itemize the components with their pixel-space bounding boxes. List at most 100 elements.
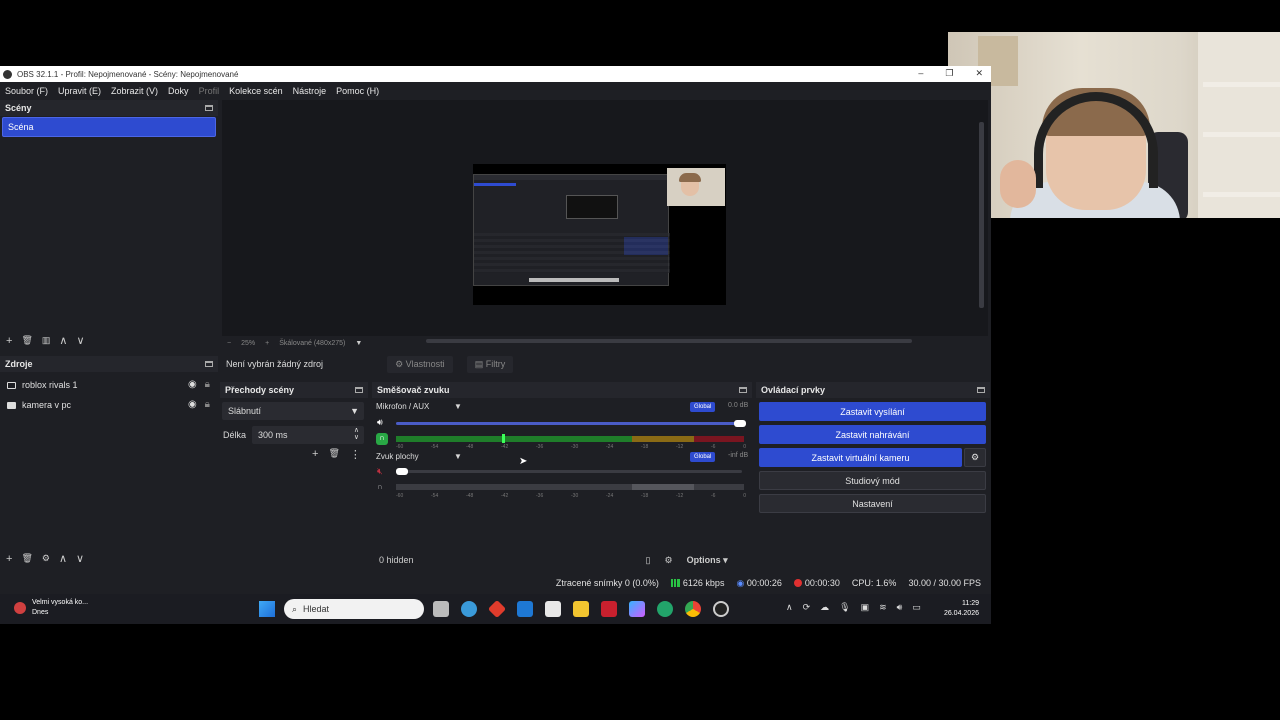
remove-source-button[interactable]: 🗑 [21,553,32,564]
source-item[interactable]: kamera v pc ◉ 🔒︎ [0,395,218,415]
source-properties-button[interactable]: ⚙ [42,553,50,564]
volume-slider[interactable] [396,470,742,473]
scene-list: Scéna [2,117,216,327]
duration-label: Délka [223,430,247,440]
headphones-off-icon[interactable]: ∩ [377,482,383,491]
lock-icon[interactable]: 🔒︎ [205,399,210,410]
tick-label: -42 [501,493,509,499]
scene-item[interactable]: Scéna [2,117,216,137]
copilot-icon[interactable] [629,601,645,617]
store-icon[interactable] [545,601,561,617]
mcafee-icon[interactable] [601,601,617,617]
undock-icon[interactable] [355,387,363,393]
clock-date: 26.04.2026 [943,610,979,617]
stop-streaming-button[interactable]: Zastavit vysílání [759,402,986,421]
filters-button[interactable]: ▤ Filtry [466,355,514,373]
source-item[interactable]: roblox rivals 1 ◉ 🔒︎ [0,375,218,395]
close-button[interactable]: ✕ [975,68,983,79]
app-red-diamond-icon[interactable] [487,599,507,619]
task-view-icon[interactable] [433,601,449,617]
properties-button[interactable]: ⚙ Vlastnosti [387,355,453,373]
transition-select[interactable]: Slábnutí ▼ [222,402,364,420]
track-menu-chevron-icon[interactable]: ▼ [454,402,462,411]
move-scene-up-button[interactable]: ∧ [59,334,67,347]
sources-header: Zdroje [0,356,218,372]
source-name: roblox rivals 1 [22,380,78,390]
start-windows-icon[interactable] [259,601,275,617]
cloud-icon[interactable]: ☁ [820,602,829,613]
sync-icon[interactable]: ⟳ [803,602,811,613]
add-scene-button[interactable]: + [6,335,12,347]
remove-transition-button[interactable]: 🗑 [328,448,339,461]
browser-icon[interactable] [461,601,477,617]
maximize-button[interactable]: ❐ [945,68,953,79]
undock-icon[interactable] [205,105,213,111]
chrome-icon[interactable] [685,601,701,617]
volume-icon[interactable]: 🔊︎ [897,602,903,613]
camera-tray-icon[interactable]: ▣ [861,602,870,613]
lock-icon[interactable]: 🔒︎ [205,379,210,390]
move-source-up-button[interactable]: ∧ [59,552,67,565]
visibility-eye-icon[interactable]: ◉ [188,379,197,390]
chevron-down-icon[interactable]: ▼ [355,340,362,347]
preview-horizontal-scrollbar[interactable] [426,339,912,343]
stop-recording-button[interactable]: Zastavit nahrávání [759,425,986,444]
speaker-icon[interactable]: 🔊︎ [377,417,383,428]
global-badge: Global [690,452,716,462]
add-source-button[interactable]: + [6,553,12,565]
spin-arrows-icon[interactable]: ∧ ∨ [354,427,359,441]
volume-slider[interactable] [396,422,742,425]
menu-edit[interactable]: Upravit (E) [58,86,101,96]
virtual-camera-settings-button[interactable]: ⚙ [964,448,986,467]
menu-docks[interactable]: Doky [168,86,189,96]
volume-slider-handle[interactable] [734,420,746,427]
battery-icon[interactable]: ▭ [912,602,921,613]
move-source-down-button[interactable]: ∨ [76,552,84,565]
obs-window: OBS 32.1.1 - Profil: Nepojmenované - Scé… [0,66,991,624]
menu-view[interactable]: Zobrazit (V) [111,86,158,96]
wifi-icon[interactable]: ≋ [879,602,887,613]
options-button[interactable]: Options ▾ [687,555,728,566]
volume-slider-handle[interactable] [396,468,408,475]
preview-vertical-scrollbar[interactable] [979,122,984,308]
studio-mode-button[interactable]: Studiový mód [759,471,986,490]
add-transition-button[interactable]: + [312,448,318,461]
preview-canvas[interactable] [222,100,988,336]
menu-profile[interactable]: Profil [199,86,220,96]
scenes-header: Scény [0,100,218,116]
layout-icon[interactable]: ▯ [646,555,651,566]
move-scene-down-button[interactable]: ∨ [76,334,84,347]
speaker-muted-icon[interactable]: 🔇︎ [377,466,383,477]
menu-scene-collection[interactable]: Kolekce scén [229,86,283,96]
chevron-up-icon[interactable]: ∧ [786,602,793,613]
undock-icon[interactable] [205,361,213,367]
taskbar-clock[interactable]: 11:29 26.04.2026 [944,599,979,619]
menu-file[interactable]: Soubor (F) [5,86,48,96]
remove-scene-button[interactable]: 🗑 [21,335,32,346]
undock-icon[interactable] [739,387,747,393]
undock-icon[interactable] [977,387,985,393]
minimize-button[interactable]: – [918,68,923,79]
outlook-icon[interactable] [517,601,533,617]
more-options-icon[interactable]: ⋮ [350,448,361,461]
visibility-eye-icon[interactable]: ◉ [188,399,197,410]
headphones-icon[interactable]: ∩ [376,433,388,445]
scene-filters-button[interactable]: ▥ [42,335,51,346]
record-time: 00:00:30 [804,578,840,588]
zoom-in-button[interactable]: + [265,340,269,347]
zoom-out-button[interactable]: − [227,340,231,347]
menu-tools[interactable]: Nástroje [293,86,327,96]
mixer-settings-icon[interactable]: ⚙ [665,555,673,566]
track-menu-chevron-icon[interactable]: ▼ [454,452,462,461]
file-explorer-icon[interactable] [573,601,589,617]
stop-virtual-camera-button[interactable]: Zastavit virtuální kameru [759,448,962,467]
duration-spinbox[interactable]: 300 ms ∧ ∨ [252,426,364,444]
microphone-icon[interactable]: 🎙︎ [839,602,850,613]
search-placeholder: Hledat [303,604,330,614]
taskbar-search[interactable]: ⌕ Hledat [284,599,424,619]
obs-taskbar-icon[interactable] [713,601,729,617]
edge-icon[interactable] [657,601,673,617]
settings-button[interactable]: Nastavení [759,494,986,513]
weather-widget[interactable]: Velmi vysoká ko... Dnes [14,598,88,618]
menu-help[interactable]: Pomoc (H) [336,86,379,96]
